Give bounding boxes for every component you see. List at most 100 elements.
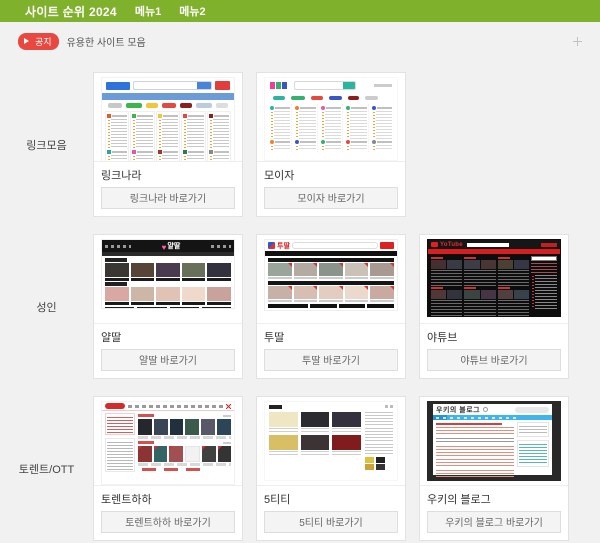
site-name: 우키의 블로그	[427, 486, 561, 511]
thumb-video-row	[265, 286, 397, 302]
site-thumbnail[interactable]	[101, 401, 235, 485]
menu-item-1[interactable]: 메뉴1	[135, 3, 161, 19]
thumb-nav-links	[211, 245, 231, 248]
thumb-video-row	[102, 263, 234, 281]
thumb-sidebar	[105, 413, 135, 472]
thumb-sidebar	[531, 256, 557, 317]
site-card-torrenthaha: 토렌트하하 토렌트하하 바로가기	[93, 396, 243, 541]
section-linkcollection: 링크모음	[0, 72, 600, 217]
thumbnail-preview: 우키의 블로그	[427, 401, 561, 481]
thumb-logo	[270, 82, 287, 89]
go-button-torrenthaha[interactable]: 토렌트하하 바로가기	[101, 511, 235, 533]
thumb-section-bar	[268, 281, 394, 285]
section-label: 토렌트/OTT	[0, 396, 93, 541]
thumb-link-columns	[265, 104, 397, 152]
thumb-nav-bar	[102, 93, 234, 100]
site-name: 야튜브	[427, 324, 561, 349]
site-name: 토렌트하하	[101, 486, 235, 511]
thumbnail-preview: YoTube	[427, 239, 561, 317]
site-card-yatube: YoTube	[419, 234, 569, 379]
site-name: 링크나라	[101, 162, 235, 187]
play-icon	[431, 242, 438, 247]
close-icon	[226, 404, 231, 409]
notice-badge: 공지	[18, 33, 59, 50]
thumb-button	[541, 243, 557, 247]
thumbnail-preview: 투딸	[264, 239, 398, 311]
thumbnail-preview: 얄딸	[101, 239, 235, 309]
site-name: 모이자	[264, 162, 398, 187]
site-card-moija: 모이자 모이자 바로가기	[256, 72, 406, 217]
thumb-search-bar	[292, 242, 378, 249]
thumb-search-bar	[467, 243, 509, 247]
site-thumbnail[interactable]: 우키의 블로그	[427, 401, 561, 485]
site-name: 투딸	[264, 324, 398, 349]
site-thumbnail[interactable]	[264, 401, 398, 485]
site-thumbnail[interactable]: 얄딸	[101, 239, 235, 323]
notice-badge-label: 공지	[35, 35, 52, 48]
go-button-yatube[interactable]: 야튜브 바로가기	[427, 349, 561, 371]
thumb-logo-icon	[268, 242, 275, 249]
thumb-section-bar	[268, 258, 394, 262]
thumb-logo: YoTube	[440, 242, 463, 248]
thumb-footer-bars	[265, 302, 397, 310]
thumbnail-preview	[264, 77, 398, 161]
notice-bar: 공지 유용한 사이트 모음	[18, 33, 582, 49]
go-button-5titi[interactable]: 5티티 바로가기	[264, 511, 398, 533]
thumb-video-row	[102, 287, 234, 305]
thumb-tag-row	[265, 93, 397, 104]
thumb-video-columns	[431, 256, 529, 317]
thumb-search-bar	[515, 407, 549, 413]
thumbnail-preview	[264, 401, 398, 481]
site-thumbnail[interactable]	[264, 77, 398, 161]
thumb-section-bar	[105, 282, 127, 286]
thumb-sidebar	[517, 422, 549, 477]
megaphone-icon	[24, 38, 32, 44]
site-thumbnail[interactable]: 투딸	[264, 239, 398, 323]
site-thumbnail[interactable]	[101, 77, 235, 161]
thumb-nav-links	[105, 245, 131, 248]
site-card-ukiblog: 우키의 블로그	[419, 396, 569, 541]
thumb-nav-bar	[265, 251, 397, 256]
go-button-linknara[interactable]: 링크나라 바로가기	[101, 187, 235, 209]
thumb-tag-row	[102, 100, 234, 110]
notice-text[interactable]: 유용한 사이트 모음	[67, 34, 146, 49]
site-name: 얄딸	[101, 324, 235, 349]
site-card-linknara: 링크나라 링크나라 바로가기	[93, 72, 243, 217]
thumb-logo	[105, 403, 125, 409]
thumb-logo	[106, 82, 130, 90]
thumb-video-row	[265, 263, 397, 279]
go-button-ukiblog[interactable]: 우키의 블로그 바로가기	[427, 511, 561, 533]
site-thumbnail[interactable]: YoTube	[427, 239, 561, 323]
section-label: 성인	[0, 234, 93, 379]
thumb-search-bar	[133, 81, 212, 90]
thumb-blog-title: 우키의 블로그	[436, 405, 480, 415]
site-name: 5티티	[264, 486, 398, 511]
thumb-nav-links	[128, 405, 223, 408]
go-button-yalddal[interactable]: 얄딸 바로가기	[101, 349, 235, 371]
thumb-logo: 얄딸	[162, 239, 181, 255]
thumb-logo: 투딸	[277, 241, 290, 251]
thumb-logo	[269, 405, 282, 409]
thumb-sidebar-search	[531, 256, 557, 261]
site-grid: 링크모음	[0, 72, 600, 541]
thumb-button	[380, 242, 394, 249]
go-button-tuddal[interactable]: 투딸 바로가기	[264, 349, 398, 371]
thumbnail-preview	[101, 77, 235, 161]
menu-item-2[interactable]: 메뉴2	[179, 3, 205, 19]
thumb-poster-area	[138, 413, 231, 472]
heart-icon	[162, 239, 167, 255]
thumb-sidebar	[365, 412, 393, 470]
site-card-tuddal: 투딸	[256, 234, 406, 379]
thumb-footer-bars	[102, 305, 234, 309]
site-title: 사이트 순위 2024	[25, 3, 117, 20]
more-icon[interactable]	[573, 37, 582, 46]
section-label: 링크모음	[0, 72, 93, 217]
thumb-post-grid	[269, 412, 361, 470]
go-button-moija[interactable]: 모이자 바로가기	[264, 187, 398, 209]
section-adult: 성인 얄딸	[0, 234, 600, 379]
thumb-link-columns	[102, 110, 234, 161]
site-card-yalddal: 얄딸	[93, 234, 243, 379]
thumb-header-icons	[385, 405, 393, 408]
thumb-button	[215, 81, 230, 90]
thumbnail-preview	[101, 401, 235, 485]
